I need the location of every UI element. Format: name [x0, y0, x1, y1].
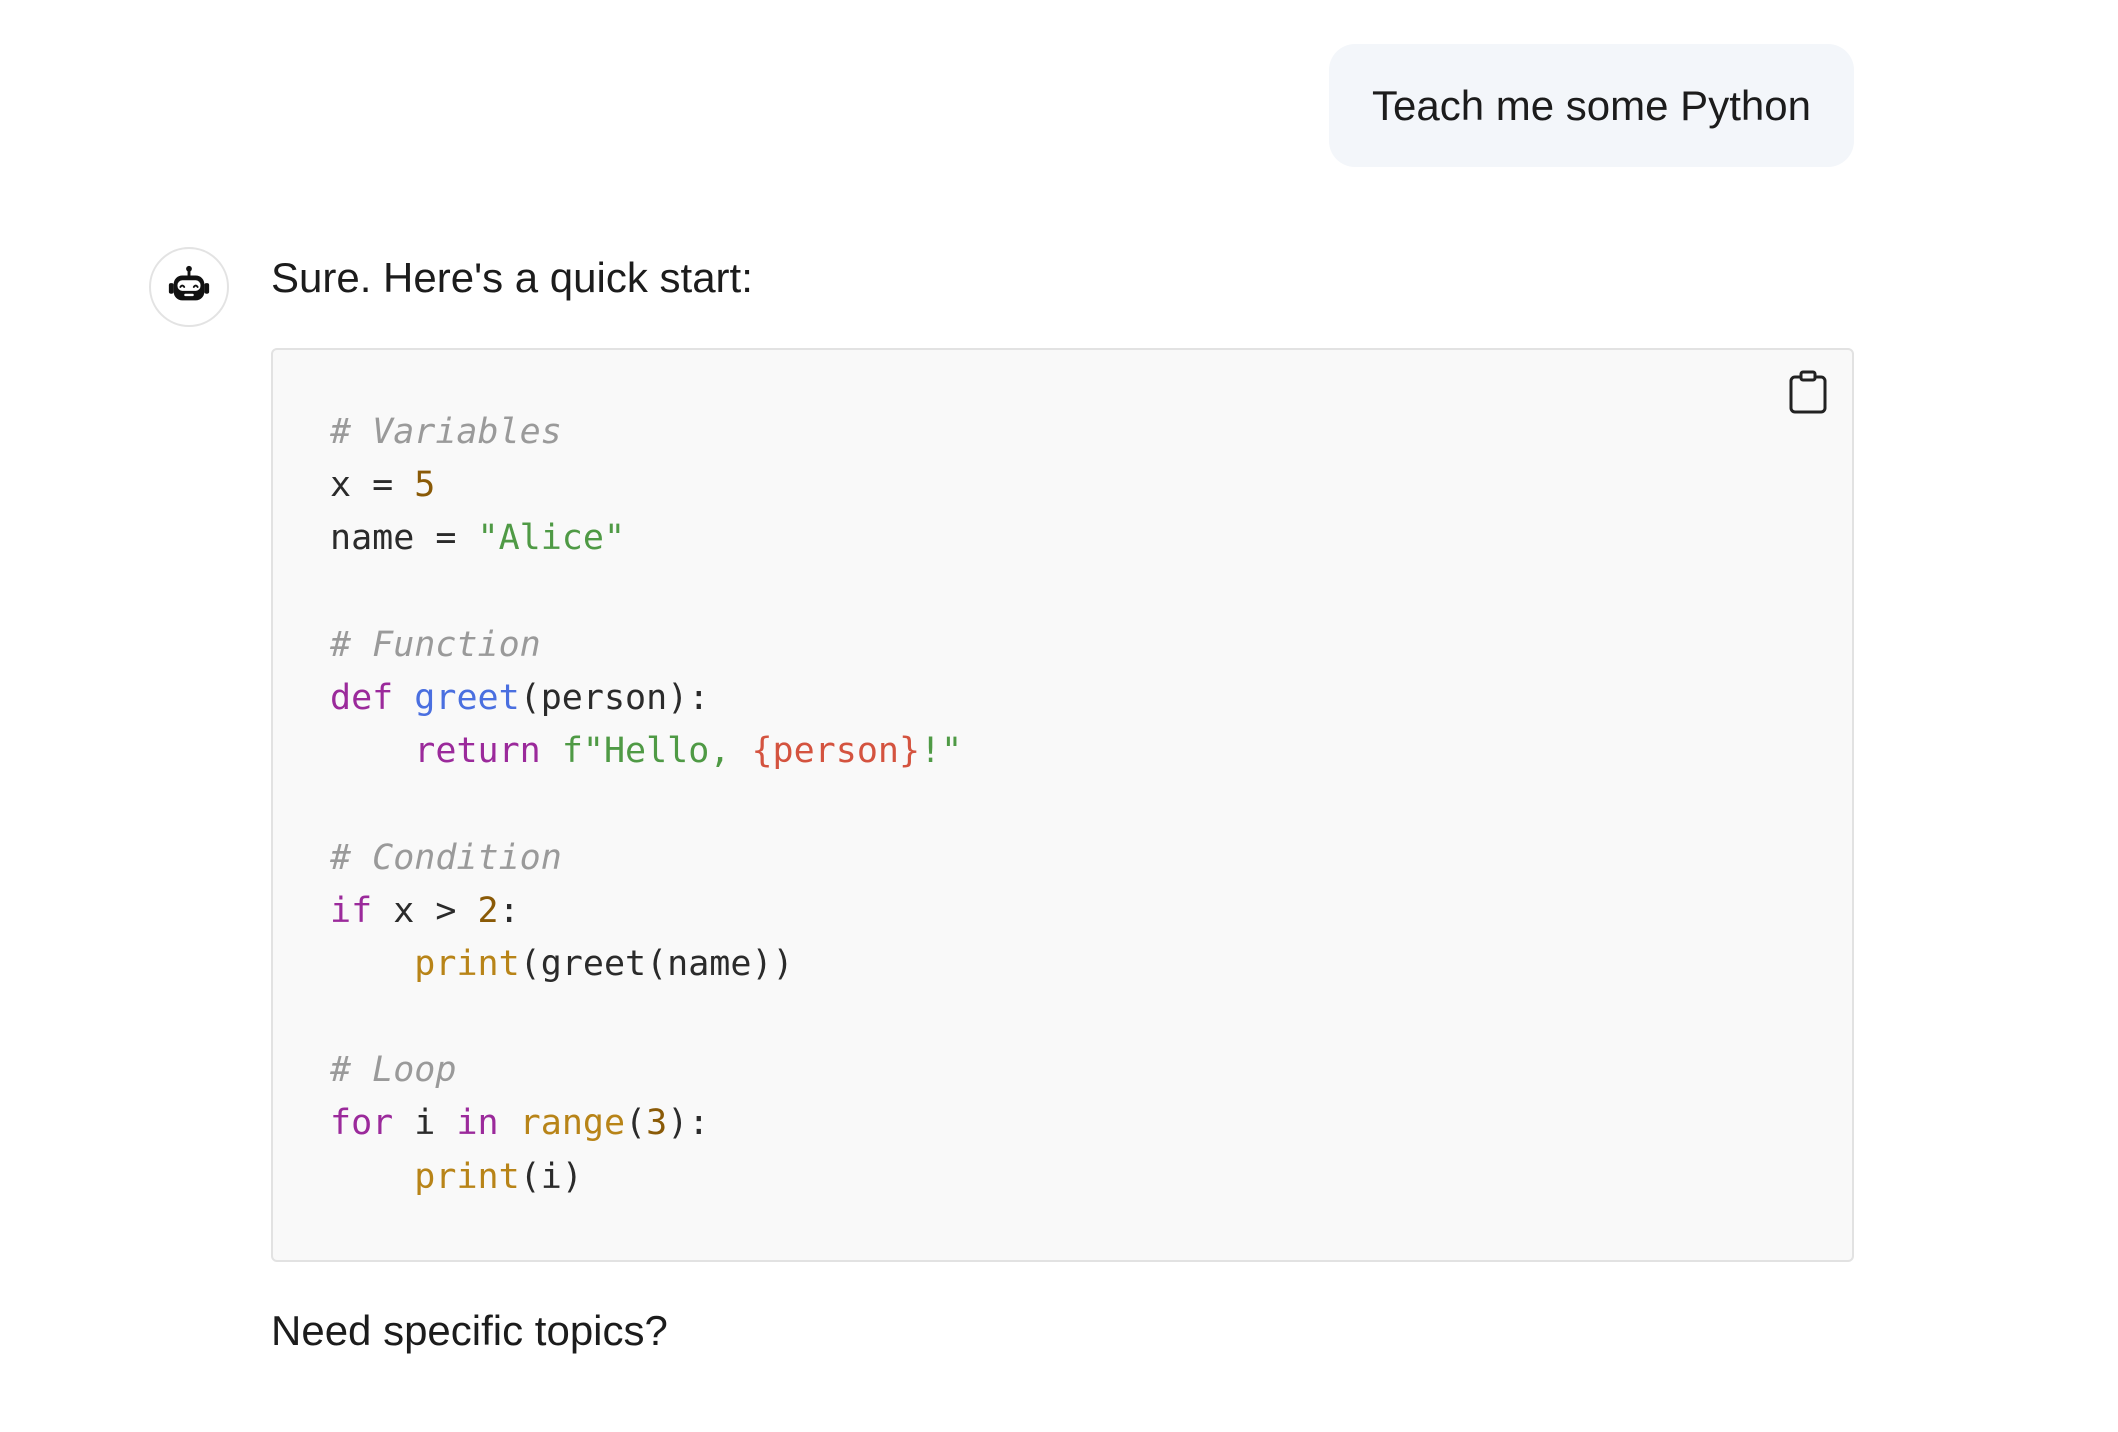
code-block: # Variables x = 5 name = "Alice" # Function… — [271, 348, 1854, 1262]
code-token-plain: x = — [330, 465, 415, 506]
code-token-comment: # Variables — [330, 412, 562, 452]
assistant-avatar — [149, 247, 229, 327]
code-token-comment: # Function — [330, 624, 541, 665]
code-token-interp: {person} — [751, 731, 921, 772]
user-message-bubble: Teach me some Python — [1329, 44, 1854, 167]
code-line: print(greet(name)) — [330, 938, 962, 991]
code-line: x = 5 — [330, 459, 962, 512]
code-line: # Function — [330, 619, 962, 672]
code-line: def greet(person): — [330, 672, 962, 725]
code-line: if x > 2: — [330, 885, 962, 938]
code-token-plain: (person): — [519, 677, 710, 718]
code-token-keyword: return — [414, 731, 541, 772]
code-line: # Condition — [330, 832, 962, 885]
code-token-plain: ): — [667, 1103, 710, 1144]
code-line: for i in range(3): — [330, 1097, 962, 1150]
code-token-plain: : — [498, 890, 520, 931]
code-token-builtin: print — [414, 1156, 520, 1197]
code-token-plain: i — [393, 1103, 457, 1144]
code-token-plain: x > — [372, 890, 478, 931]
robot-icon — [168, 265, 210, 301]
code-token-keyword: for — [330, 1103, 394, 1144]
code-line: # Variables — [330, 406, 962, 459]
code-token-plain: ( — [625, 1103, 647, 1144]
code-token-plain: name = — [330, 518, 478, 559]
code-token-plain: (greet(name)) — [519, 943, 794, 984]
copy-code-button[interactable] — [1780, 364, 1836, 420]
code-token-number: 5 — [414, 465, 436, 506]
code-token-plain: (i) — [519, 1156, 583, 1197]
assistant-outro-text: Need specific topics? — [271, 1307, 668, 1354]
code-lines: # Variables x = 5 name = "Alice" # Function… — [330, 406, 962, 1204]
code-content: # Variables x = 5 name = "Alice" # Function… — [330, 406, 962, 1204]
code-token-funcname: greet — [414, 677, 520, 718]
code-token-builtin: print — [414, 943, 520, 984]
code-token-keyword: if — [330, 890, 373, 931]
code-token-comment: # Loop — [330, 1050, 457, 1091]
code-token-number: 3 — [646, 1103, 668, 1144]
code-token-keyword: def — [330, 677, 394, 718]
code-token-comment: # Condition — [330, 837, 562, 878]
code-token-string: !" — [920, 731, 963, 772]
code-token-keyword: in — [456, 1103, 499, 1144]
code-line: return f"Hello, {person}!" — [330, 725, 962, 778]
assistant-intro-text: Sure. Here's a quick start: — [271, 254, 753, 301]
code-token-string: "Alice" — [477, 518, 626, 559]
code-line: print(i) — [330, 1151, 962, 1204]
code-line: # Loop — [330, 1044, 962, 1097]
user-message-text: Teach me some Python — [1372, 81, 1811, 129]
code-token-builtin: range — [519, 1103, 626, 1144]
code-token-number: 2 — [477, 890, 499, 931]
code-line: name = "Alice" — [330, 512, 962, 565]
code-token-string: f"Hello, — [561, 731, 752, 772]
clipboard-icon — [1789, 370, 1827, 414]
